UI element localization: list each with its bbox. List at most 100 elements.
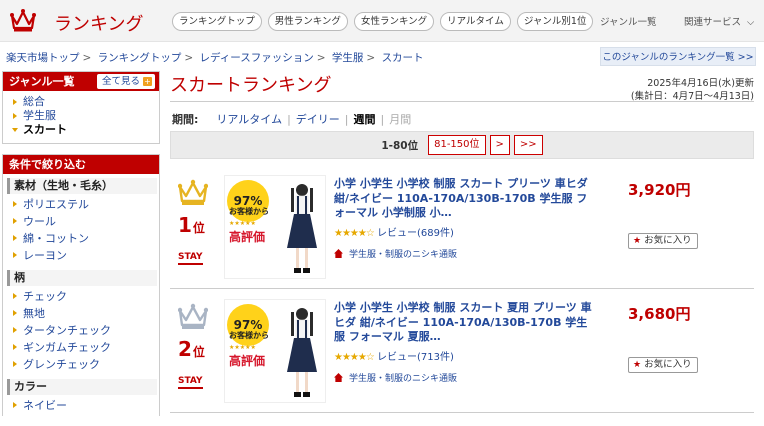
filter-group-pattern: 柄 チェック 無地 タータンチェック ギンガムチェック グレンチェック bbox=[3, 270, 159, 375]
filter-title-color: カラー bbox=[7, 379, 157, 395]
update-info: 2025年4月16日(水)更新 (集計日：4月7日〜4月13日) bbox=[631, 77, 754, 103]
thumb-stars: ★★★★★ bbox=[229, 344, 256, 351]
nav-ranking-top[interactable]: ランキングトップ bbox=[172, 12, 262, 31]
review-link[interactable]: レビュー(689件) bbox=[377, 228, 454, 239]
rank-value: 2 bbox=[178, 337, 192, 361]
nav-realtime[interactable]: リアルタイム bbox=[440, 12, 511, 31]
period-weekly: 週間 bbox=[353, 113, 376, 126]
shop-home-icon bbox=[334, 248, 343, 258]
shop-row: 学生服・制服のニシキ通販 bbox=[334, 371, 594, 384]
filter-rayon[interactable]: レーヨン bbox=[11, 247, 153, 264]
favorite-label: お気に入り bbox=[644, 359, 692, 370]
crown-logo-icon[interactable] bbox=[10, 8, 36, 32]
product-name-link[interactable]: 小学 小学生 小学校 制服 スカート 夏用 プリーツ 車ヒダ 紺/ネイビー 11… bbox=[334, 301, 592, 343]
rank-suffix: 位 bbox=[192, 345, 205, 359]
product-name-link[interactable]: 小学 小学生 小学校 制服 スカート プリーツ 車ヒダ 紺/ネイビー 110A-… bbox=[334, 177, 588, 219]
pager-last-button[interactable]: >> bbox=[513, 135, 543, 155]
thumb-caption: お客様から bbox=[229, 331, 269, 340]
pager-current-range: 1-80位 bbox=[381, 139, 419, 152]
filter-title-pattern: 柄 bbox=[7, 270, 157, 286]
pager-next-button[interactable]: > bbox=[489, 135, 510, 155]
see-all-button[interactable]: 全て見る + bbox=[96, 74, 155, 89]
filter-polyester[interactable]: ポリエステル bbox=[11, 196, 153, 213]
rating-stars: ★★★★☆ bbox=[334, 227, 375, 239]
filter-navy[interactable]: ネイビー bbox=[11, 397, 153, 414]
filter-box: 条件で絞り込む 素材（生地・毛糸） ポリエステル ウール 綿・コットン レーヨン… bbox=[2, 154, 160, 416]
review-row: ★★★★☆ レビュー(689件) bbox=[334, 227, 594, 241]
ranking-item: 1位 STAY 97% お客様から ★★★★★ 高評価 小学 小学生 小学校 制… bbox=[170, 169, 754, 289]
genre-item-skirt: スカート bbox=[11, 123, 153, 137]
related-services-label: 関連サービス bbox=[684, 17, 742, 28]
genre-box-title: ジャンル一覧 bbox=[9, 75, 75, 88]
pager-next-range[interactable]: 81-150位 bbox=[428, 135, 486, 155]
genre-box: ジャンル一覧 全て見る + 総合 学生服 スカート bbox=[2, 71, 160, 144]
filter-wool[interactable]: ウール bbox=[11, 213, 153, 230]
thumb-caption: お客様から bbox=[229, 207, 269, 216]
site-header: ランキング ランキングトップ 男性ランキング 女性ランキング リアルタイム ジャ… bbox=[0, 0, 764, 42]
filter-glen-check[interactable]: グレンチェック bbox=[11, 356, 153, 373]
breadcrumb-rakuten-top[interactable]: 楽天市場トップ bbox=[6, 52, 80, 64]
pagination: 1-80位 81-150位 > >> bbox=[170, 131, 754, 159]
star-icon: ★ bbox=[633, 236, 642, 246]
add-favorite-button[interactable]: ★ お気に入り bbox=[628, 357, 698, 373]
breadcrumb-skirt[interactable]: スカート bbox=[382, 52, 424, 64]
thumb-highlight: 高評価 bbox=[229, 230, 266, 244]
ranking-item: 2位 STAY 97% お客様から ★★★★★ 高評価 小学 小学生 小学校 制… bbox=[170, 293, 754, 413]
updated-date: 2025年4月16日(水)更新 bbox=[647, 78, 754, 89]
related-services-menu[interactable]: 関連サービス ⌵ bbox=[684, 14, 754, 28]
nav-female-ranking[interactable]: 女性ランキング bbox=[353, 12, 435, 31]
period-monthly: 月間 bbox=[389, 113, 412, 126]
product-price: 3,680円 bbox=[628, 305, 691, 323]
rank-stay-badge: STAY bbox=[178, 376, 203, 389]
period-realtime[interactable]: リアルタイム bbox=[216, 111, 282, 127]
page-title: スカートランキング bbox=[170, 75, 332, 96]
filter-box-header: 条件で絞り込む bbox=[3, 155, 159, 174]
breadcrumb-ladies-fashion[interactable]: レディースファッション bbox=[200, 52, 314, 64]
product-thumbnail[interactable]: 97% お客様から ★★★★★ 高評価 bbox=[224, 299, 326, 403]
sidebar: ジャンル一覧 全て見る + 総合 学生服 スカート 条件で絞り込む 素材（生地・… bbox=[2, 71, 160, 426]
period-selector: 期間: リアルタイム | デイリー | 週間 | 月間 bbox=[172, 111, 412, 127]
filter-tartan[interactable]: タータンチェック bbox=[11, 322, 153, 339]
filter-gingham[interactable]: ギンガムチェック bbox=[11, 339, 153, 356]
filter-group-material: 素材（生地・毛糸） ポリエステル ウール 綿・コットン レーヨン bbox=[3, 178, 159, 266]
breadcrumb-ranking-top[interactable]: ランキングトップ bbox=[98, 52, 182, 64]
genre-ranking-list-link[interactable]: このジャンルのランキング一覧 >> bbox=[600, 47, 756, 66]
filter-cotton[interactable]: 綿・コットン bbox=[11, 230, 153, 247]
product-thumbnail[interactable]: 97% お客様から ★★★★★ 高評価 bbox=[224, 175, 326, 279]
breadcrumb: 楽天市場トップ > ランキングトップ > レディースファッション > 学生服 > スカー… bbox=[6, 52, 424, 64]
genre-list-link[interactable]: ジャンル一覧 bbox=[600, 14, 657, 28]
genre-item-overall[interactable]: 総合 bbox=[11, 95, 153, 109]
add-favorite-button[interactable]: ★ お気に入り bbox=[628, 233, 698, 249]
plus-box-icon: + bbox=[143, 77, 152, 86]
rating-stars: ★★★★☆ bbox=[334, 351, 375, 363]
period-daily[interactable]: デイリー bbox=[296, 111, 340, 127]
product-info: 小学 小学生 小学校 制服 スカート 夏用 プリーツ 車ヒダ 紺/ネイビー 11… bbox=[334, 301, 594, 384]
shop-link[interactable]: 学生服・制服のニシキ通販 bbox=[349, 247, 457, 260]
see-all-label: 全て見る bbox=[101, 76, 140, 87]
star-icon: ★ bbox=[633, 360, 642, 370]
logo-text[interactable]: ランキング bbox=[54, 10, 143, 36]
top-nav: ランキングトップ 男性ランキング 女性ランキング リアルタイム ジャンル別1位 bbox=[172, 12, 594, 31]
shop-link[interactable]: 学生服・制服のニシキ通販 bbox=[349, 371, 457, 384]
model-figure-icon bbox=[287, 308, 317, 397]
breadcrumb-school-uniform[interactable]: 学生服 bbox=[332, 52, 364, 64]
nav-male-ranking[interactable]: 男性ランキング bbox=[267, 12, 348, 31]
filter-group-color: カラー ネイビー bbox=[3, 379, 159, 416]
thumb-stars: ★★★★★ bbox=[229, 220, 256, 227]
filter-plain[interactable]: 無地 bbox=[11, 305, 153, 322]
nav-genre-first[interactable]: ジャンル別1位 bbox=[516, 12, 594, 31]
shop-row: 学生服・制服のニシキ通販 bbox=[334, 247, 594, 260]
favorite-label: お気に入り bbox=[644, 235, 692, 246]
filter-check[interactable]: チェック bbox=[11, 288, 153, 305]
silver-crown-icon bbox=[178, 303, 208, 329]
product-price: 3,920円 bbox=[628, 181, 691, 199]
genre-list: 総合 学生服 スカート bbox=[3, 91, 159, 143]
review-link[interactable]: レビュー(713件) bbox=[377, 352, 454, 363]
rank-value: 1 bbox=[178, 213, 192, 237]
rank-stay-badge: STAY bbox=[178, 252, 203, 265]
model-figure-icon bbox=[287, 184, 317, 273]
shop-home-icon bbox=[334, 372, 343, 382]
title-divider bbox=[170, 101, 754, 102]
genre-item-school-uniform[interactable]: 学生服 bbox=[11, 109, 153, 123]
genre-box-header: ジャンル一覧 全て見る + bbox=[3, 72, 159, 91]
